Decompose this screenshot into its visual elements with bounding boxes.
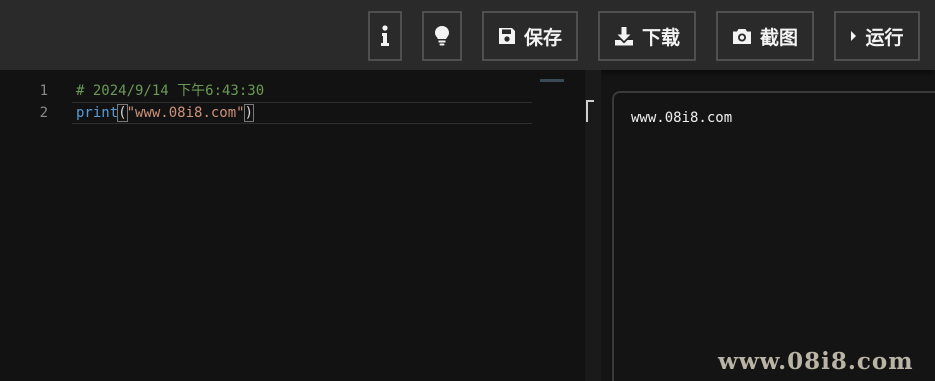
download-button[interactable]: 下载 [598, 11, 696, 61]
code-editor[interactable]: 1 # 2024/9/14 下午6:43:30 2 print("www.08i… [0, 70, 585, 381]
line-number: 1 [39, 83, 48, 99]
output-text: www.08i8.com [631, 110, 733, 126]
screenshot-label: 截图 [759, 26, 798, 49]
toolbar: 保存 下载 截图 运行 [0, 0, 935, 70]
camera-icon [732, 28, 752, 45]
code-function: print [76, 105, 119, 121]
info-icon [380, 25, 390, 47]
play-caret-icon [850, 30, 857, 42]
code-close-paren: ) [243, 104, 255, 122]
code-line[interactable]: 2 print("www.08i8.com") [0, 102, 532, 124]
screenshot-button[interactable]: 截图 [716, 11, 814, 61]
info-button[interactable] [368, 11, 402, 61]
lightbulb-icon [434, 25, 450, 47]
output-panel: www.08i8.com [612, 91, 935, 381]
floppy-disk-icon [498, 27, 516, 45]
code-open-paren: ( [117, 104, 128, 122]
download-icon [614, 26, 634, 46]
watermark: www.08i8.com [718, 348, 914, 375]
minimap[interactable] [540, 79, 564, 82]
code-text[interactable]: # 2024/9/14 下午6:43:30 [76, 80, 264, 102]
download-label: 下载 [641, 26, 680, 49]
save-button[interactable]: 保存 [482, 11, 578, 61]
code-text[interactable]: print("www.08i8.com") [76, 102, 255, 124]
code-line[interactable]: 1 # 2024/9/14 下午6:43:30 [0, 80, 532, 102]
code-comment: # 2024/9/14 下午6:43:30 [76, 83, 265, 99]
hint-button[interactable] [422, 11, 462, 61]
resize-handle[interactable] [586, 100, 594, 122]
code-playground: 保存 下载 截图 运行 1 # 2024/9/14 下午6:43:30 2 pr… [0, 0, 935, 381]
run-button[interactable]: 运行 [834, 11, 920, 61]
line-number: 2 [39, 105, 48, 121]
save-label: 保存 [523, 26, 562, 49]
run-label: 运行 [865, 26, 904, 49]
code-string: "www.08i8.com" [126, 105, 245, 121]
